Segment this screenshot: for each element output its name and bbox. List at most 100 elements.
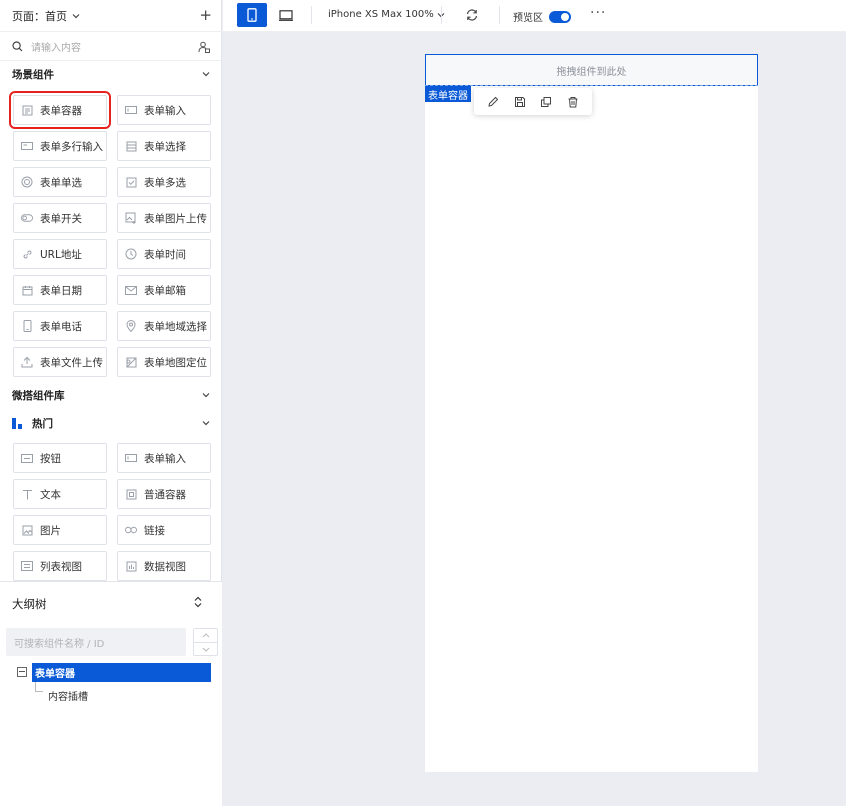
outline-search-placeholder: 可搜索组件名称 / ID bbox=[14, 638, 105, 650]
comp-form-date[interactable]: 表单日期 bbox=[13, 275, 107, 305]
toolbar-divider bbox=[441, 6, 442, 24]
more-options-icon[interactable]: ··· bbox=[590, 5, 606, 21]
comp-label: 链接 bbox=[144, 524, 165, 537]
toolbar-divider bbox=[499, 6, 500, 24]
add-page-button[interactable]: + bbox=[199, 8, 212, 23]
comp-form-container[interactable]: 表单容器 bbox=[9, 91, 111, 129]
expand-collapse-icon[interactable] bbox=[193, 596, 203, 608]
chevron-down-icon[interactable] bbox=[72, 12, 80, 20]
comp-label: 表单日期 bbox=[40, 284, 82, 297]
clock-icon bbox=[125, 248, 137, 260]
list-view-icon bbox=[21, 560, 33, 572]
scene-components-header[interactable]: 场景组件 bbox=[0, 62, 222, 86]
drop-zone[interactable]: 拖拽组件到此处 bbox=[425, 54, 758, 86]
calendar-icon bbox=[21, 284, 33, 296]
comp-button[interactable]: 按钮 bbox=[13, 443, 107, 473]
component-search: 请输入内容 bbox=[0, 33, 222, 61]
comp-url[interactable]: URL地址 bbox=[13, 239, 107, 269]
comp-form-email[interactable]: 表单邮箱 bbox=[117, 275, 211, 305]
outline-title: 大纲树 bbox=[12, 597, 47, 611]
chevron-down-icon bbox=[202, 421, 210, 426]
comp-form-phone[interactable]: 表单电话 bbox=[13, 311, 107, 341]
comp-label: 表单地域选择 bbox=[144, 320, 207, 333]
comp-label: 表单输入 bbox=[144, 452, 186, 465]
component-manage-icon[interactable] bbox=[198, 41, 210, 53]
comp-label: 表单选择 bbox=[144, 140, 186, 153]
comp-label: 表单地图定位 bbox=[144, 356, 207, 369]
comp-input[interactable]: 表单输入 bbox=[117, 443, 211, 473]
toolbar-divider bbox=[311, 6, 312, 24]
comp-label: 表单电话 bbox=[40, 320, 82, 333]
comp-label: 列表视图 bbox=[40, 560, 82, 573]
comp-form-checkbox[interactable]: 表单多选 bbox=[117, 167, 211, 197]
comp-list-view[interactable]: 列表视图 bbox=[13, 551, 107, 581]
comp-form-radio[interactable]: 表单单选 bbox=[13, 167, 107, 197]
comp-label: 表单时间 bbox=[144, 248, 186, 261]
comp-form-file-upload[interactable]: 表单文件上传 bbox=[13, 347, 107, 377]
image-icon bbox=[21, 524, 33, 536]
comp-form-input[interactable]: 表单输入 bbox=[117, 95, 211, 125]
desktop-view-button[interactable] bbox=[271, 3, 301, 27]
container-outline bbox=[425, 85, 758, 86]
comp-form-switch[interactable]: 表单开关 bbox=[13, 203, 107, 233]
nav-up-button[interactable] bbox=[194, 629, 217, 642]
chevron-down-icon bbox=[202, 393, 210, 398]
comp-image[interactable]: 图片 bbox=[13, 515, 107, 545]
device-select[interactable]: iPhone XS Max 100% bbox=[328, 9, 445, 20]
mobile-view-button[interactable] bbox=[237, 3, 267, 27]
comp-label: 表单文件上传 bbox=[40, 356, 103, 369]
left-sidebar: 页面：首页 + 请输入内容 场景组件 表单容器 表单输入 表单多行输入 表单选择… bbox=[0, 0, 222, 806]
search-icon bbox=[12, 41, 23, 52]
nav-down-button[interactable] bbox=[194, 642, 217, 655]
edit-icon[interactable] bbox=[487, 96, 499, 108]
comp-container[interactable]: 普通容器 bbox=[117, 479, 211, 509]
selected-component-tag[interactable]: 表单容器 bbox=[425, 86, 471, 102]
weda-library-title: 微搭组件库 bbox=[12, 389, 65, 402]
form-container-icon bbox=[21, 104, 33, 116]
hot-category-icon bbox=[12, 417, 22, 429]
link-icon bbox=[21, 248, 33, 260]
comp-label: 表单容器 bbox=[40, 104, 82, 117]
text-icon bbox=[21, 488, 33, 500]
tree-node-content-slot[interactable]: 内容插槽 bbox=[48, 688, 88, 703]
phone-canvas[interactable]: 拖拽组件到此处 bbox=[425, 54, 758, 772]
comp-text[interactable]: 文本 bbox=[13, 479, 107, 509]
comp-form-region-select[interactable]: 表单地域选择 bbox=[117, 311, 211, 341]
device-select-value: iPhone XS Max 100% bbox=[328, 9, 434, 20]
comp-label: 数据视图 bbox=[144, 560, 186, 573]
comp-data-view[interactable]: 数据视图 bbox=[117, 551, 211, 581]
phone-icon bbox=[21, 320, 33, 332]
preview-toggle[interactable] bbox=[549, 10, 571, 23]
comp-form-textarea[interactable]: 表单多行输入 bbox=[13, 131, 107, 161]
input-icon bbox=[125, 104, 137, 116]
chevron-down-icon bbox=[202, 72, 210, 77]
location-icon bbox=[125, 320, 137, 332]
comp-label: 图片 bbox=[40, 524, 61, 537]
comp-form-image-upload[interactable]: 表单图片上传 bbox=[117, 203, 211, 233]
tree-node-form-container[interactable]: 表单容器 bbox=[32, 663, 211, 682]
hot-category-header[interactable]: 热门 bbox=[0, 411, 222, 435]
comp-form-time[interactable]: 表单时间 bbox=[117, 239, 211, 269]
tree-collapse-icon[interactable] bbox=[17, 667, 27, 677]
hot-category-title: 热门 bbox=[32, 417, 53, 430]
mobile-icon bbox=[247, 8, 257, 22]
page-selector[interactable]: 页面：首页 bbox=[12, 8, 67, 24]
search-input[interactable]: 请输入内容 bbox=[31, 39, 198, 54]
copy-icon[interactable] bbox=[540, 96, 552, 108]
comp-form-select[interactable]: 表单选择 bbox=[117, 131, 211, 161]
delete-icon[interactable] bbox=[567, 96, 579, 108]
outline-nav-stepper bbox=[193, 628, 218, 656]
image-upload-icon bbox=[125, 212, 137, 224]
outline-panel: 大纲树 可搜索组件名称 / ID 表单容器 内容插槽 bbox=[0, 581, 222, 806]
outline-search-input[interactable]: 可搜索组件名称 / ID bbox=[6, 628, 186, 656]
comp-form-map-location[interactable]: 表单地图定位 bbox=[117, 347, 211, 377]
preview-area-control: 预览区 bbox=[513, 9, 571, 24]
weda-library-header[interactable]: 微搭组件库 bbox=[0, 383, 222, 407]
refresh-icon[interactable] bbox=[465, 8, 479, 22]
page-selector-bar: 页面：首页 + bbox=[0, 0, 222, 32]
checkbox-icon bbox=[125, 176, 137, 188]
upload-icon bbox=[21, 356, 33, 368]
comp-link[interactable]: 链接 bbox=[117, 515, 211, 545]
save-icon[interactable] bbox=[514, 96, 526, 108]
comp-label: 表单多选 bbox=[144, 176, 186, 189]
